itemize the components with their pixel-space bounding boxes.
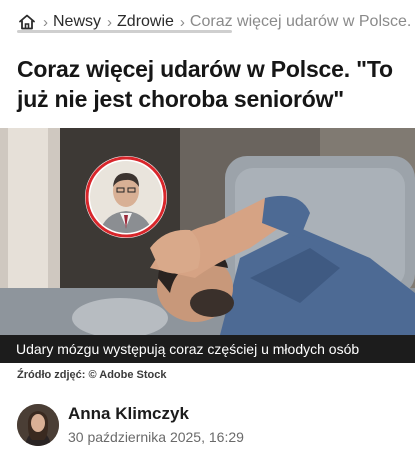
author-block: Anna Klimczyk 30 października 2025, 16:2…	[17, 402, 407, 450]
breadcrumb-item-newsy[interactable]: Newsy	[53, 13, 101, 31]
breadcrumb-item-zdrowie[interactable]: Zdrowie	[117, 13, 174, 31]
breadcrumb-separator: ›	[179, 13, 185, 31]
publish-date: 30 października 2025, 16:29	[68, 429, 244, 445]
expert-portrait-inset	[85, 156, 167, 238]
photo-source: Źródło zdjęć: © Adobe Stock	[17, 369, 167, 381]
article-hero-image[interactable]	[0, 128, 415, 335]
home-icon[interactable]	[17, 12, 37, 32]
breadcrumb-separator: ›	[43, 13, 48, 31]
author-avatar[interactable]	[17, 404, 59, 446]
breadcrumb: › Newsy › Zdrowie › Coraz więcej udarów …	[0, 0, 415, 44]
image-caption: Udary mózgu występują coraz częściej u m…	[0, 335, 415, 363]
breadcrumb-separator: ›	[107, 13, 113, 31]
article-title: Coraz więcej udarów w Polsce. "To już ni…	[17, 56, 393, 112]
hero-illustration	[0, 128, 415, 335]
breadcrumb-scroll-indicator	[17, 30, 232, 33]
breadcrumb-item-current: Coraz więcej udarów w Polsce. "To już ni…	[189, 13, 415, 30]
author-name[interactable]: Anna Klimczyk	[68, 404, 189, 424]
